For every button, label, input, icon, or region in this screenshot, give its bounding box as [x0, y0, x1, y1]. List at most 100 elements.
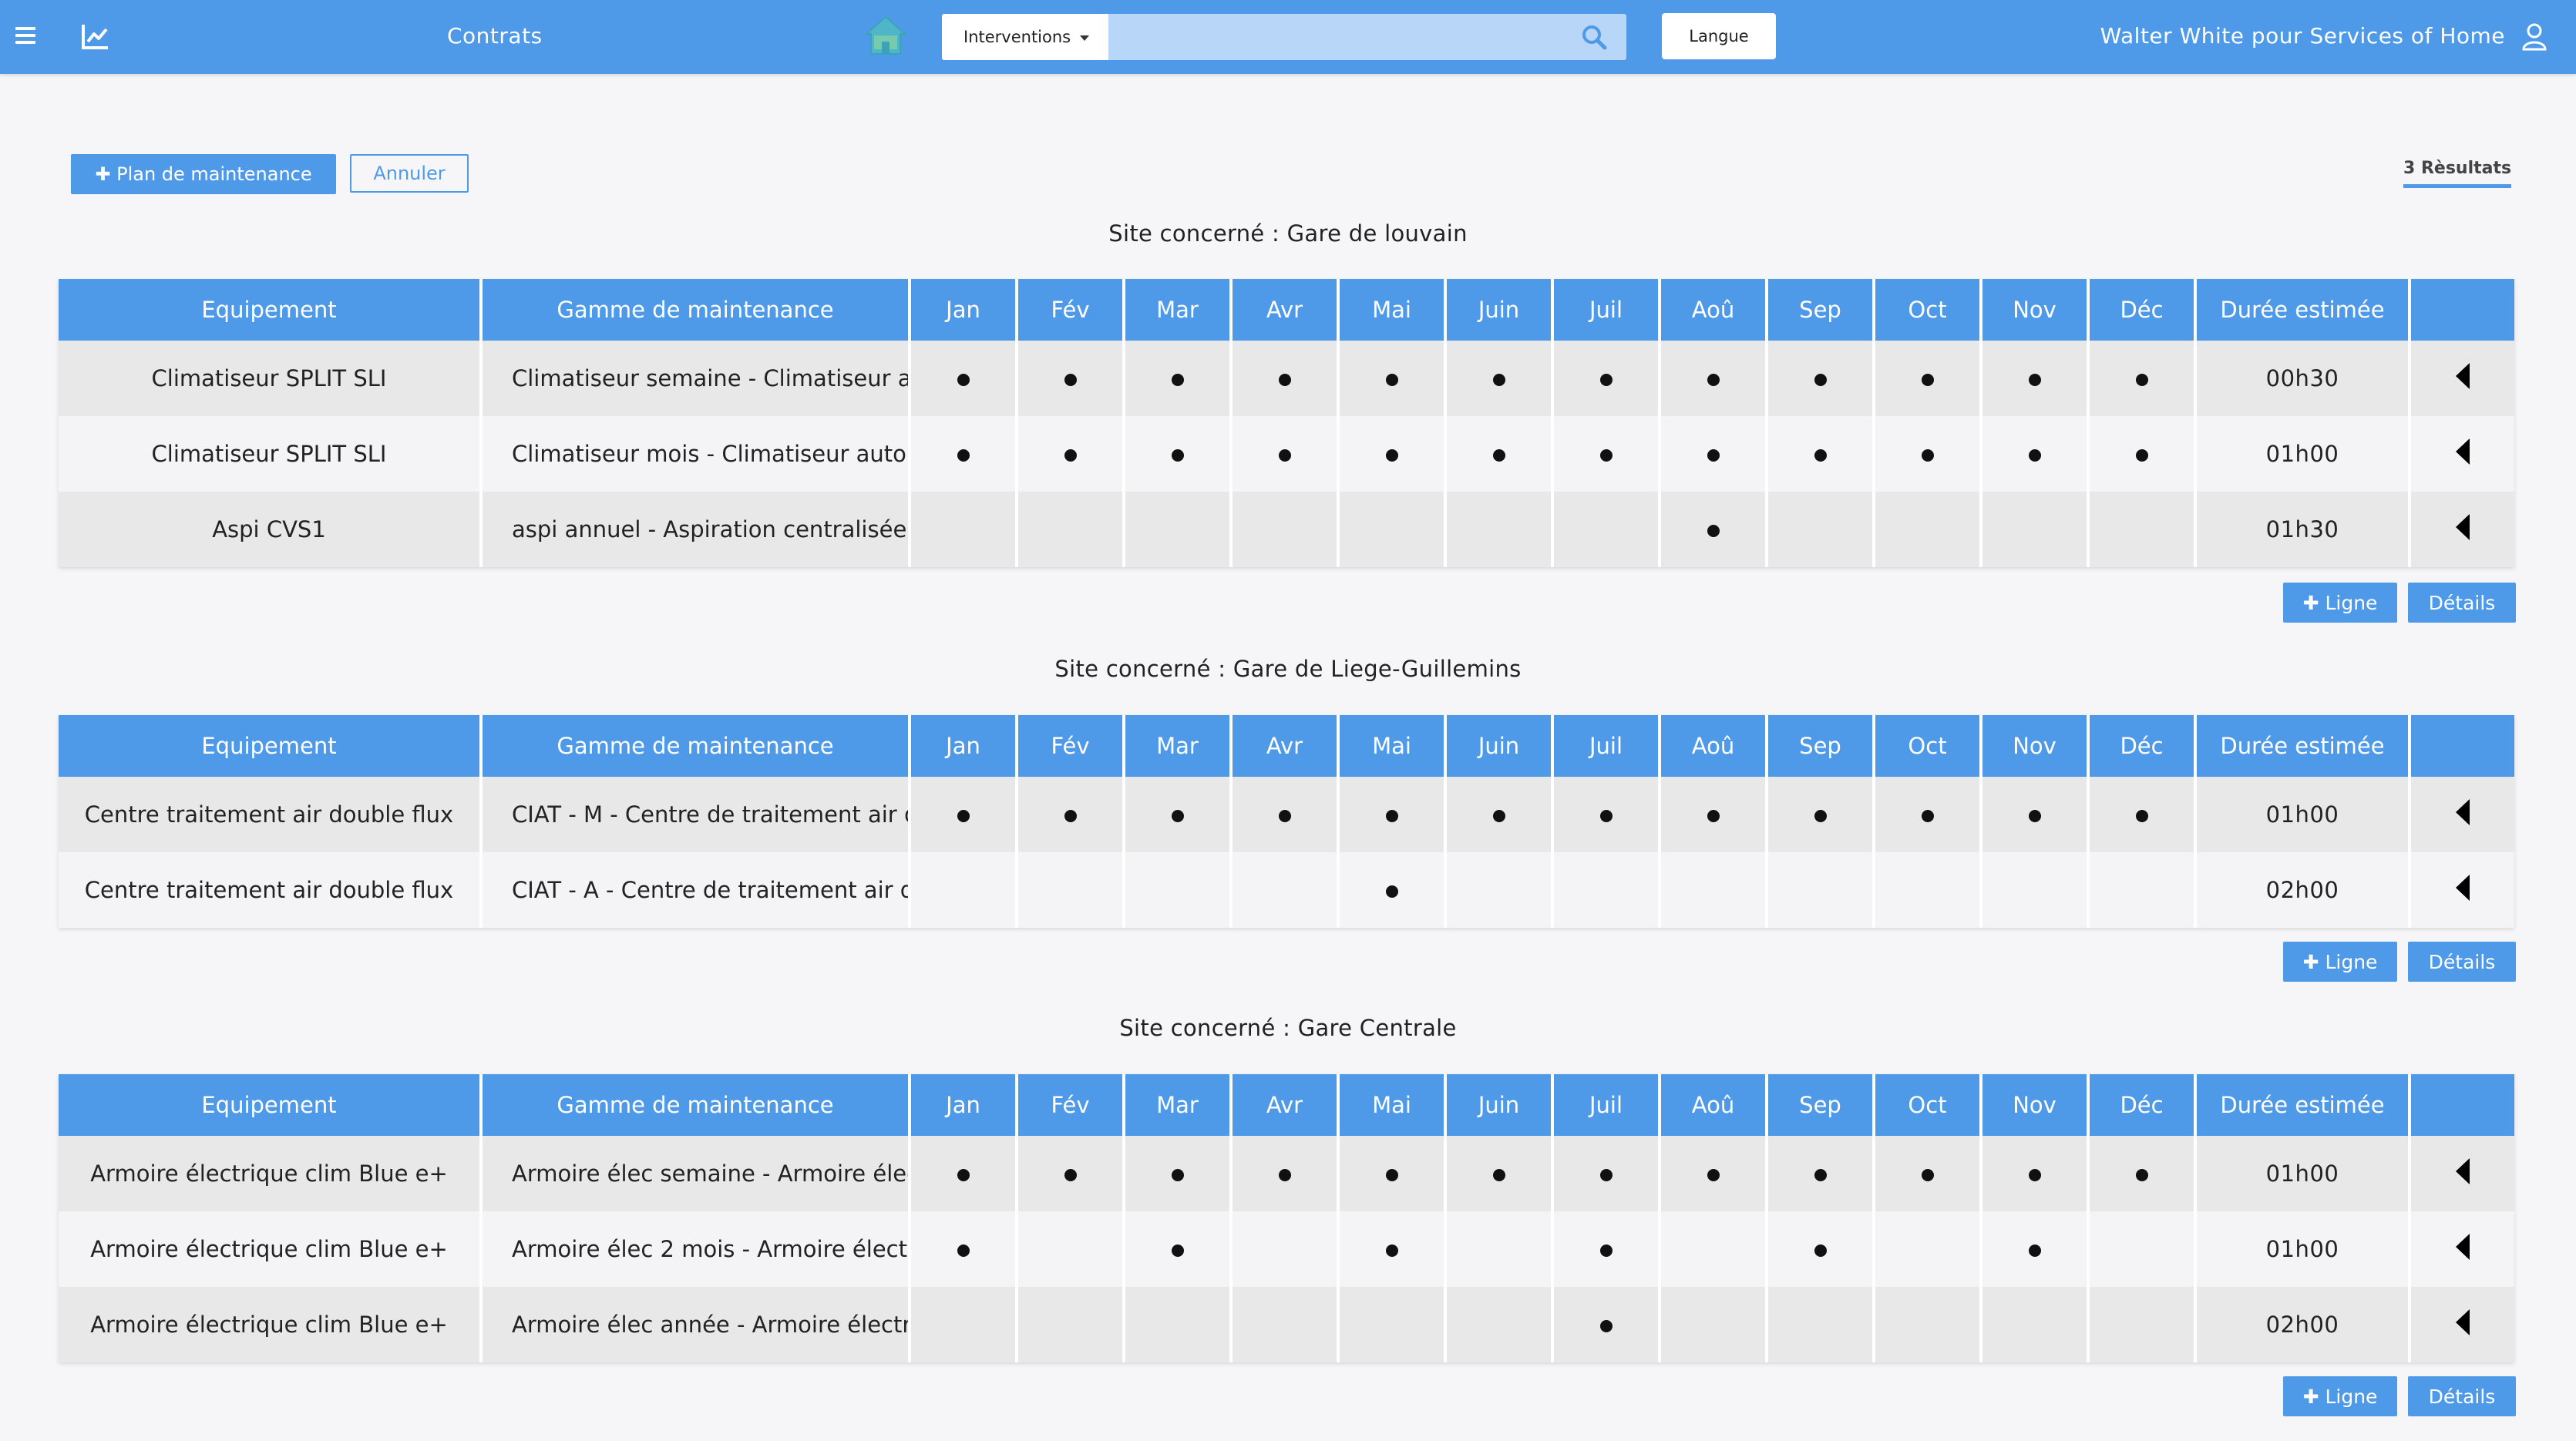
cell-month: [1018, 852, 1125, 928]
table-row[interactable]: Centre traitement air double flux CIAT - …: [59, 852, 2514, 928]
cell-month: [1982, 852, 2090, 928]
cell-month: [1768, 777, 1875, 852]
caret-left-icon[interactable]: [2456, 438, 2470, 465]
plus-icon: ✚: [95, 163, 117, 185]
cancel-button[interactable]: Annuler: [350, 154, 469, 193]
header-month: Jan: [911, 1074, 1018, 1136]
cell-equipement: Armoire électrique clim Blue e+: [59, 1211, 483, 1287]
table-row[interactable]: Centre traitement air double flux CIAT - …: [59, 777, 2514, 852]
scheduled-dot-icon: [957, 1169, 970, 1181]
add-maintenance-plan-button[interactable]: ✚ Plan de maintenance: [71, 154, 336, 194]
caret-left-icon[interactable]: [2456, 1233, 2470, 1260]
table-row[interactable]: Armoire électrique clim Blue e+ Armoire é…: [59, 1287, 2514, 1362]
header-actions: [2411, 1074, 2514, 1136]
cell-month: [2090, 492, 2197, 567]
cell-month: [1233, 492, 1340, 567]
scheduled-dot-icon: [2135, 1169, 2148, 1181]
scheduled-dot-icon: [2135, 810, 2148, 822]
scheduled-dot-icon: [1599, 374, 1613, 386]
scheduled-dot-icon: [957, 810, 970, 822]
chart-line-icon[interactable]: [80, 22, 111, 52]
home-logo-icon[interactable]: [862, 12, 910, 60]
cell-month: [911, 341, 1018, 416]
details-button[interactable]: Détails: [2408, 583, 2516, 623]
cell-equipement: Centre traitement air double flux: [59, 777, 483, 852]
table-row[interactable]: Climatiseur SPLIT SLI Climatiseur mois - …: [59, 416, 2514, 492]
header-equipement: Equipement: [59, 1074, 483, 1136]
caret-left-icon[interactable]: [2456, 362, 2470, 389]
cell-month: [1233, 341, 1340, 416]
cell-month: [1018, 416, 1125, 492]
details-button[interactable]: Détails: [2408, 942, 2516, 982]
header-month: Sep: [1768, 279, 1875, 341]
cell-month: [1447, 416, 1554, 492]
add-line-button[interactable]: ✚ Ligne: [2283, 942, 2397, 982]
search-icon[interactable]: [1580, 23, 1608, 51]
plus-icon: ✚: [2302, 1385, 2325, 1408]
add-line-button[interactable]: ✚ Ligne: [2283, 583, 2397, 623]
scheduled-dot-icon: [1492, 449, 1505, 462]
header-month: Fév: [1018, 715, 1125, 777]
cell-duree: 01h00: [2197, 1136, 2411, 1211]
top-navbar: Contrats Interventions Langue Walter Whi…: [0, 0, 2576, 74]
cell-month: [1233, 852, 1340, 928]
search-category-select[interactable]: Interventions: [942, 14, 1108, 60]
table-row[interactable]: Armoire électrique clim Blue e+ Armoire é…: [59, 1211, 2514, 1287]
cell-duree: 01h30: [2197, 492, 2411, 567]
header-month: Mar: [1125, 715, 1233, 777]
header-month: Oct: [1875, 1074, 1982, 1136]
caret-left-icon[interactable]: [2456, 1157, 2470, 1184]
scheduled-dot-icon: [957, 449, 970, 462]
cell-month: [1125, 341, 1233, 416]
table-row[interactable]: Armoire électrique clim Blue e+ Armoire é…: [59, 1136, 2514, 1211]
cell-month: [1340, 1136, 1447, 1211]
scheduled-dot-icon: [1064, 1169, 1077, 1181]
header-month: Nov: [1982, 715, 2090, 777]
page-title[interactable]: Contrats: [447, 23, 543, 49]
cell-month: [1875, 341, 1982, 416]
caret-left-icon[interactable]: [2456, 874, 2470, 901]
results-count[interactable]: 3 Rèsultats: [2403, 159, 2512, 188]
cell-actions: [2411, 1211, 2514, 1287]
cell-month: [1233, 1136, 1340, 1211]
cell-month: [1018, 1136, 1125, 1211]
user-icon[interactable]: [2521, 22, 2548, 51]
site-title: Site concerné : Gare de Liege-Guillemins: [1054, 656, 1522, 682]
cell-month: [2090, 777, 2197, 852]
caret-left-icon[interactable]: [2456, 1308, 2470, 1335]
details-button[interactable]: Détails: [2408, 1376, 2516, 1416]
scheduled-dot-icon: [1171, 449, 1184, 462]
caret-left-icon[interactable]: [2456, 798, 2470, 825]
cell-month: [1233, 1211, 1340, 1287]
header-month: Fév: [1018, 279, 1125, 341]
caret-left-icon[interactable]: [2456, 513, 2470, 540]
scheduled-dot-icon: [1385, 449, 1398, 462]
scheduled-dot-icon: [1599, 1169, 1613, 1181]
header-month: Juil: [1554, 715, 1661, 777]
table-row[interactable]: Aspi CVS1 aspi annuel - Aspiration centra…: [59, 492, 2514, 567]
search-input[interactable]: [1108, 14, 1571, 60]
cell-month: [1661, 341, 1768, 416]
header-equipement: Equipement: [59, 279, 483, 341]
header-month: Oct: [1875, 279, 1982, 341]
add-line-button[interactable]: ✚ Ligne: [2283, 1376, 2397, 1416]
scheduled-dot-icon: [1171, 810, 1184, 822]
cell-month: [1554, 777, 1661, 852]
header-month: Jan: [911, 715, 1018, 777]
scheduled-dot-icon: [1599, 810, 1613, 822]
cell-gamme: CIAT - M - Centre de traitement air doub…: [483, 777, 911, 852]
cell-month: [1125, 416, 1233, 492]
cell-month: [1768, 416, 1875, 492]
cell-month: [1982, 1136, 2090, 1211]
scheduled-dot-icon: [2028, 449, 2041, 462]
langue-button[interactable]: Langue: [1662, 13, 1776, 59]
user-label[interactable]: Walter White pour Services of Home: [2100, 23, 2505, 49]
table-row[interactable]: Climatiseur SPLIT SLI Climatiseur semaine…: [59, 341, 2514, 416]
cell-month: [1233, 777, 1340, 852]
scheduled-dot-icon: [957, 1244, 970, 1257]
cell-month: [1554, 492, 1661, 567]
hamburger-menu-icon[interactable]: [15, 23, 40, 49]
cell-month: [1982, 492, 2090, 567]
header-month: Oct: [1875, 715, 1982, 777]
scheduled-dot-icon: [1385, 885, 1398, 898]
